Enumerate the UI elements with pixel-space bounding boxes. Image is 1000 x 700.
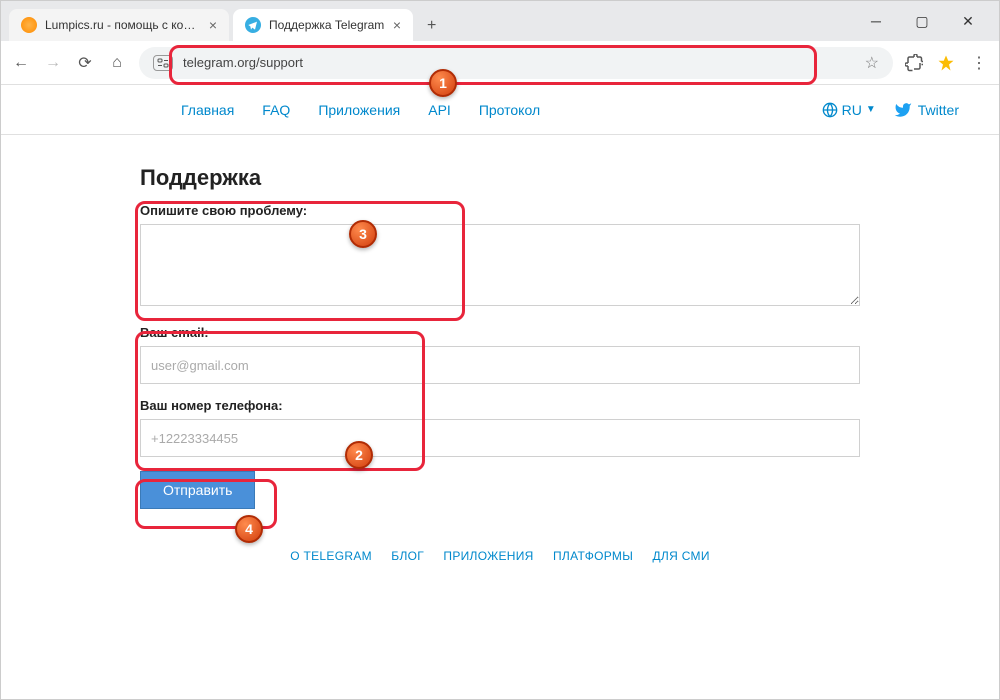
profile-icon[interactable] [937, 54, 957, 72]
nav-faq[interactable]: FAQ [262, 102, 290, 118]
page-title: Поддержка [140, 165, 860, 191]
telegram-icon [245, 17, 261, 33]
url-input[interactable]: telegram.org/support ☆ [139, 47, 893, 79]
footer-platforms[interactable]: ПЛАТФОРМЫ [553, 549, 633, 563]
tab-title: Lumpics.ru - помощь с компью [45, 18, 201, 32]
marker-3: 3 [349, 220, 377, 248]
phone-input[interactable] [140, 419, 860, 457]
page-body: Главная FAQ Приложения API Протокол RU ▼… [1, 85, 999, 563]
window-controls: ─ ▢ ✕ [853, 1, 991, 41]
globe-icon [822, 102, 838, 118]
bookmark-star-icon[interactable]: ☆ [865, 53, 879, 73]
site-settings-icon[interactable] [153, 55, 173, 71]
lumpics-icon [21, 17, 37, 33]
browser-tab-strip: Lumpics.ru - помощь с компью × Поддержка… [1, 1, 999, 41]
menu-icon[interactable]: ⋮ [969, 53, 989, 73]
back-icon[interactable]: ← [11, 54, 31, 72]
home-icon[interactable]: ⌂ [107, 54, 127, 72]
site-nav: Главная FAQ Приложения API Протокол RU ▼… [1, 85, 999, 135]
marker-2: 2 [345, 441, 373, 469]
nav-protocol[interactable]: Протокол [479, 102, 540, 118]
reload-icon[interactable]: ⟳ [75, 53, 95, 73]
extensions-icon[interactable] [905, 54, 925, 72]
address-bar: ← → ⟳ ⌂ telegram.org/support ☆ ⋮ [1, 41, 999, 85]
tab-title: Поддержка Telegram [269, 18, 385, 32]
problem-textarea[interactable] [140, 224, 860, 306]
tab-telegram-support[interactable]: Поддержка Telegram × [233, 9, 413, 41]
email-label: Ваш email: [140, 325, 860, 340]
footer-nav: О TELEGRAM БЛОГ ПРИЛОЖЕНИЯ ПЛАТФОРМЫ ДЛЯ… [1, 549, 999, 563]
maximize-button[interactable]: ▢ [899, 1, 945, 41]
close-window-button[interactable]: ✕ [945, 1, 991, 41]
footer-blog[interactable]: БЛОГ [391, 549, 424, 563]
footer-press[interactable]: ДЛЯ СМИ [653, 549, 710, 563]
url-text: telegram.org/support [183, 55, 303, 70]
close-icon[interactable]: × [209, 17, 217, 33]
problem-label: Опишите свою проблему: [140, 203, 860, 218]
chevron-down-icon: ▼ [866, 104, 876, 115]
nav-api[interactable]: API [428, 102, 451, 118]
footer-apps[interactable]: ПРИЛОЖЕНИЯ [443, 549, 533, 563]
phone-label: Ваш номер телефона: [140, 398, 860, 413]
marker-1: 1 [429, 69, 457, 97]
twitter-link[interactable]: Twitter [894, 101, 959, 119]
email-input[interactable] [140, 346, 860, 384]
minimize-button[interactable]: ─ [853, 1, 899, 41]
forward-icon[interactable]: → [43, 54, 63, 72]
footer-about[interactable]: О TELEGRAM [290, 549, 372, 563]
support-form-container: Поддержка Опишите свою проблему: Ваш ema… [140, 165, 860, 509]
new-tab-button[interactable]: + [417, 11, 446, 41]
tab-lumpics[interactable]: Lumpics.ru - помощь с компью × [9, 9, 229, 41]
language-selector[interactable]: RU ▼ [822, 102, 876, 118]
close-icon[interactable]: × [393, 17, 401, 33]
nav-home[interactable]: Главная [181, 102, 234, 118]
submit-button[interactable]: Отправить [140, 471, 255, 509]
twitter-icon [894, 101, 912, 119]
marker-4: 4 [235, 515, 263, 543]
nav-apps[interactable]: Приложения [318, 102, 400, 118]
